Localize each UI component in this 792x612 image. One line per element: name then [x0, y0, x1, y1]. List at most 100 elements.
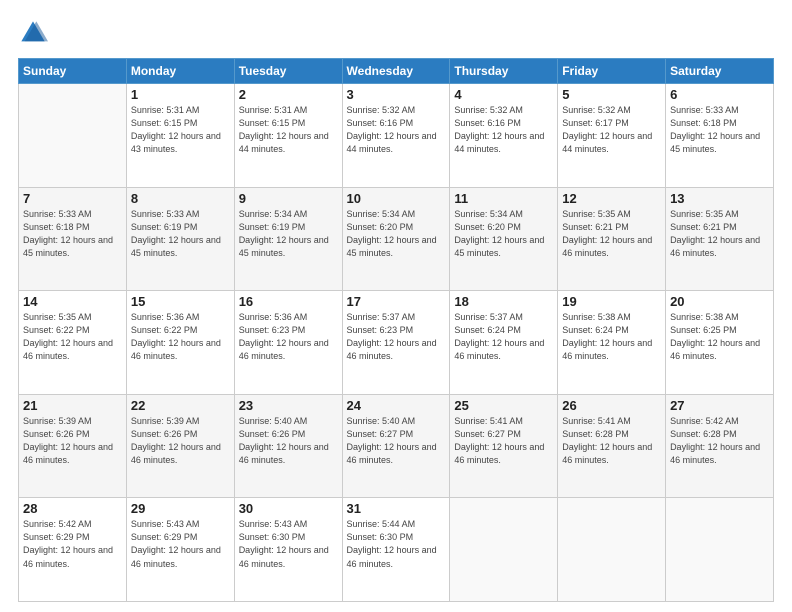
calendar-cell: 19Sunrise: 5:38 AMSunset: 6:24 PMDayligh…: [558, 291, 666, 395]
calendar-cell: 26Sunrise: 5:41 AMSunset: 6:28 PMDayligh…: [558, 394, 666, 498]
calendar-cell: [558, 498, 666, 602]
logo: [18, 18, 52, 48]
day-info: Sunrise: 5:42 AMSunset: 6:29 PMDaylight:…: [23, 518, 122, 570]
day-number: 8: [131, 191, 230, 206]
calendar-cell: 29 Sunrise: 5:43 AMSunset: 6:29 PMDayligh…: [126, 498, 234, 602]
day-number: 29: [131, 501, 230, 516]
day-number: 2: [239, 87, 338, 102]
calendar-cell: 7 Sunrise: 5:33 AMSunset: 6:18 PMDaylight…: [19, 187, 127, 291]
calendar-cell: [19, 84, 127, 188]
day-info: Sunrise: 5:41 AMSunset: 6:28 PMDaylight:…: [562, 415, 661, 467]
day-number: 23: [239, 398, 338, 413]
day-number: 31: [347, 501, 446, 516]
calendar-cell: 30 Sunrise: 5:43 AMSunset: 6:30 PMDayligh…: [234, 498, 342, 602]
day-info: Sunrise: 5:38 AMSunset: 6:25 PMDaylight:…: [670, 311, 769, 363]
day-info: Sunrise: 5:37 AMSunset: 6:24 PMDaylight:…: [454, 311, 553, 363]
calendar-week-row: 28 Sunrise: 5:42 AMSunset: 6:29 PMDayligh…: [19, 498, 774, 602]
day-number: 16: [239, 294, 338, 309]
calendar-cell: 4 Sunrise: 5:32 AMSunset: 6:16 PMDaylight…: [450, 84, 558, 188]
day-number: 4: [454, 87, 553, 102]
logo-icon: [18, 18, 48, 48]
calendar-body: 1 Sunrise: 5:31 AMSunset: 6:15 PMDaylight…: [19, 84, 774, 602]
day-info: Sunrise: 5:33 AMSunset: 6:18 PMDaylight:…: [670, 104, 769, 156]
day-info: Sunrise: 5:34 AMSunset: 6:19 PMDaylight:…: [239, 208, 338, 260]
day-info: Sunrise: 5:40 AMSunset: 6:26 PMDaylight:…: [239, 415, 338, 467]
calendar-table: SundayMondayTuesdayWednesdayThursdayFrid…: [18, 58, 774, 602]
day-info: Sunrise: 5:40 AMSunset: 6:27 PMDaylight:…: [347, 415, 446, 467]
weekday-header-sunday: Sunday: [19, 59, 127, 84]
weekday-header-saturday: Saturday: [666, 59, 774, 84]
calendar-cell: 15 Sunrise: 5:36 AMSunset: 6:22 PMDayligh…: [126, 291, 234, 395]
calendar-cell: 25Sunrise: 5:41 AMSunset: 6:27 PMDayligh…: [450, 394, 558, 498]
weekday-header-tuesday: Tuesday: [234, 59, 342, 84]
day-number: 10: [347, 191, 446, 206]
day-info: Sunrise: 5:33 AMSunset: 6:18 PMDaylight:…: [23, 208, 122, 260]
day-info: Sunrise: 5:34 AMSunset: 6:20 PMDaylight:…: [347, 208, 446, 260]
calendar-cell: 1 Sunrise: 5:31 AMSunset: 6:15 PMDaylight…: [126, 84, 234, 188]
calendar-cell: 11 Sunrise: 5:34 AMSunset: 6:20 PMDayligh…: [450, 187, 558, 291]
calendar-cell: 2Sunrise: 5:31 AMSunset: 6:15 PMDaylight…: [234, 84, 342, 188]
day-number: 9: [239, 191, 338, 206]
day-number: 22: [131, 398, 230, 413]
day-info: Sunrise: 5:32 AMSunset: 6:16 PMDaylight:…: [347, 104, 446, 156]
calendar-cell: 3Sunrise: 5:32 AMSunset: 6:16 PMDaylight…: [342, 84, 450, 188]
day-number: 18: [454, 294, 553, 309]
day-info: Sunrise: 5:35 AMSunset: 6:21 PMDaylight:…: [562, 208, 661, 260]
header: [18, 18, 774, 48]
day-number: 1: [131, 87, 230, 102]
calendar-cell: 12 Sunrise: 5:35 AMSunset: 6:21 PMDayligh…: [558, 187, 666, 291]
calendar-cell: [450, 498, 558, 602]
calendar-cell: 13 Sunrise: 5:35 AMSunset: 6:21 PMDayligh…: [666, 187, 774, 291]
day-info: Sunrise: 5:33 AMSunset: 6:19 PMDaylight:…: [131, 208, 230, 260]
day-number: 21: [23, 398, 122, 413]
calendar-cell: 8 Sunrise: 5:33 AMSunset: 6:19 PMDaylight…: [126, 187, 234, 291]
calendar-cell: 14Sunrise: 5:35 AMSunset: 6:22 PMDayligh…: [19, 291, 127, 395]
day-number: 30: [239, 501, 338, 516]
calendar-cell: 23 Sunrise: 5:40 AMSunset: 6:26 PMDayligh…: [234, 394, 342, 498]
day-number: 17: [347, 294, 446, 309]
calendar-cell: 20 Sunrise: 5:38 AMSunset: 6:25 PMDayligh…: [666, 291, 774, 395]
day-number: 13: [670, 191, 769, 206]
day-number: 24: [347, 398, 446, 413]
day-number: 15: [131, 294, 230, 309]
calendar-cell: 10 Sunrise: 5:34 AMSunset: 6:20 PMDayligh…: [342, 187, 450, 291]
day-number: 19: [562, 294, 661, 309]
calendar-cell: 6 Sunrise: 5:33 AMSunset: 6:18 PMDaylight…: [666, 84, 774, 188]
calendar-cell: 31Sunrise: 5:44 AMSunset: 6:30 PMDayligh…: [342, 498, 450, 602]
weekday-header-row: SundayMondayTuesdayWednesdayThursdayFrid…: [19, 59, 774, 84]
weekday-header-thursday: Thursday: [450, 59, 558, 84]
day-number: 20: [670, 294, 769, 309]
day-number: 25: [454, 398, 553, 413]
day-number: 27: [670, 398, 769, 413]
day-info: Sunrise: 5:36 AMSunset: 6:22 PMDaylight:…: [131, 311, 230, 363]
calendar-cell: 17 Sunrise: 5:37 AMSunset: 6:23 PMDayligh…: [342, 291, 450, 395]
page: SundayMondayTuesdayWednesdayThursdayFrid…: [0, 0, 792, 612]
day-info: Sunrise: 5:31 AMSunset: 6:15 PMDaylight:…: [131, 104, 230, 156]
day-info: Sunrise: 5:35 AMSunset: 6:21 PMDaylight:…: [670, 208, 769, 260]
calendar-week-row: 1 Sunrise: 5:31 AMSunset: 6:15 PMDaylight…: [19, 84, 774, 188]
calendar-week-row: 7 Sunrise: 5:33 AMSunset: 6:18 PMDaylight…: [19, 187, 774, 291]
day-info: Sunrise: 5:43 AMSunset: 6:29 PMDaylight:…: [131, 518, 230, 570]
weekday-header-friday: Friday: [558, 59, 666, 84]
day-number: 11: [454, 191, 553, 206]
day-number: 28: [23, 501, 122, 516]
weekday-header-monday: Monday: [126, 59, 234, 84]
day-info: Sunrise: 5:39 AMSunset: 6:26 PMDaylight:…: [131, 415, 230, 467]
day-info: Sunrise: 5:37 AMSunset: 6:23 PMDaylight:…: [347, 311, 446, 363]
calendar-cell: 21Sunrise: 5:39 AMSunset: 6:26 PMDayligh…: [19, 394, 127, 498]
calendar-cell: 22 Sunrise: 5:39 AMSunset: 6:26 PMDayligh…: [126, 394, 234, 498]
day-info: Sunrise: 5:43 AMSunset: 6:30 PMDaylight:…: [239, 518, 338, 570]
day-info: Sunrise: 5:32 AMSunset: 6:16 PMDaylight:…: [454, 104, 553, 156]
day-number: 7: [23, 191, 122, 206]
day-info: Sunrise: 5:32 AMSunset: 6:17 PMDaylight:…: [562, 104, 661, 156]
calendar-cell: 27Sunrise: 5:42 AMSunset: 6:28 PMDayligh…: [666, 394, 774, 498]
day-info: Sunrise: 5:35 AMSunset: 6:22 PMDaylight:…: [23, 311, 122, 363]
day-number: 6: [670, 87, 769, 102]
calendar-cell: [666, 498, 774, 602]
calendar-week-row: 14Sunrise: 5:35 AMSunset: 6:22 PMDayligh…: [19, 291, 774, 395]
calendar-week-row: 21 Sunrise: 5:39 AMSunset: 6:26 PMDayligh…: [19, 394, 774, 498]
day-number: 12: [562, 191, 661, 206]
day-info: Sunrise: 5:34 AMSunset: 6:20 PMDaylight:…: [454, 208, 553, 260]
calendar-header: SundayMondayTuesdayWednesdayThursdayFrid…: [19, 59, 774, 84]
calendar-cell: 24 Sunrise: 5:40 AMSunset: 6:27 PMDayligh…: [342, 394, 450, 498]
